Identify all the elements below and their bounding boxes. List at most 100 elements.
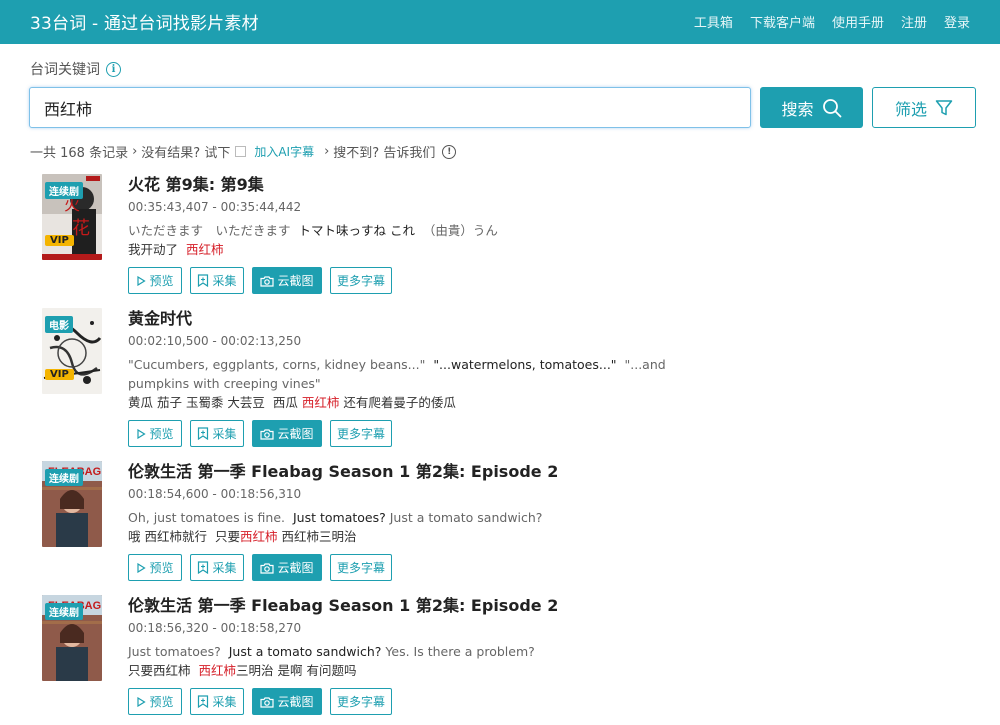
nav-download-client[interactable]: 下载客户端 [750,12,815,31]
preview-button[interactable]: 预览 [128,420,182,447]
poster-thumbnail[interactable]: 电影 VIP [42,308,102,394]
translated-text: 西瓜 [272,395,298,410]
translated-text: 只要西红柿 [128,663,191,678]
keyword-label: 台词关键词 i [30,59,121,79]
translated-text: 我开动了 [128,242,179,257]
result-actions: 预览 采集 云截图 更多字幕 [128,267,728,294]
timecode: 00:35:43,407 - 00:35:44,442 [128,200,302,214]
more-subtitles-button[interactable]: 更多字幕 [330,688,392,715]
camera-icon [260,275,275,287]
ai-subtitle-link[interactable]: 加入AI字幕 [254,143,314,160]
original-text: （由貴）うん [422,223,498,238]
preview-label: 预览 [149,561,174,575]
original-text-match: "...watermelons, tomatoes..." [433,357,617,372]
collect-button[interactable]: 采集 [190,420,244,447]
more-subtitles-label: 更多字幕 [336,274,385,288]
translated-line: 哦 西红柿就行 只要西红柿 西红柿三明治 [128,527,728,546]
original-text-match: Just tomatoes? [292,510,386,525]
bookmark-plus-icon [198,561,209,574]
info-icon[interactable]: i [106,61,121,77]
top-bar: 33台词 - 通过台词找影片素材 工具箱 下载客户端 使用手册 注册 登录 [0,0,1000,44]
translated-text: 只要 [214,529,240,544]
keyword-label-text: 台词关键词 [30,62,100,78]
cloud-screenshot-button[interactable]: 云截图 [252,420,322,447]
type-badge: 连续剧 [45,603,83,620]
nav-tools[interactable]: 工具箱 [694,12,733,31]
feedback-link[interactable]: 搜不到? 告诉我们 [333,142,435,161]
translated-text: 三明治 [235,663,274,678]
cloud-screenshot-label: 云截图 [277,274,314,288]
collect-button[interactable]: 采集 [190,267,244,294]
collect-button[interactable]: 采集 [190,554,244,581]
cloud-screenshot-label: 云截图 [277,695,314,709]
keyword-highlight: 西红柿 [185,242,224,257]
keyword-highlight: 西红柿 [301,395,340,410]
stats-separator: › [132,144,138,159]
preview-button[interactable]: 预览 [128,554,182,581]
original-text: "Cucumbers, eggplants, corns, kidney bea… [128,357,426,372]
original-text-match: Just a tomato sandwich? [228,644,382,659]
play-icon [137,562,147,573]
result-title[interactable]: 火花 第9集: 第9集 [128,174,728,196]
poster-thumbnail[interactable]: FLEABAG 连续剧 [42,461,102,547]
preview-label: 预览 [149,274,174,288]
cloud-screenshot-label: 云截图 [277,561,314,575]
camera-icon [260,562,275,574]
search-button[interactable]: 搜索 [760,87,863,128]
result-actions: 预览 采集 云截图 更多字幕 [128,688,728,715]
top-nav: 工具箱 下载客户端 使用手册 注册 登录 [694,12,970,31]
original-text: Just a tomato sandwich? [389,510,543,525]
translated-line: 黄瓜 茄子 玉蜀黍 大芸豆 西瓜 西红柿 还有爬着曼子的倭瓜 [128,393,728,412]
more-subtitles-button[interactable]: 更多字幕 [330,554,392,581]
result-title[interactable]: 伦敦生活 第一季 Fleabag Season 1 第2集: Episode 2 [128,461,728,483]
more-subtitles-label: 更多字幕 [336,561,385,575]
ai-subtitle-checkbox[interactable] [235,146,247,157]
translated-text: 还有爬着曼子的倭瓜 [343,395,456,410]
translated-text: 西红柿三明治 [281,529,357,544]
filter-button-label: 筛选 [894,99,927,119]
result-stats: 一共 168 条记录 › 没有结果? 试下 加入AI字幕 › 搜不到? 告诉我们… [30,142,457,161]
timecode: 00:18:54,600 - 00:18:56,310 [128,487,302,501]
original-line: Oh, just tomatoes is fine. Just tomatoes… [128,508,728,527]
more-subtitles-button[interactable]: 更多字幕 [330,420,392,447]
type-badge: 连续剧 [45,182,83,199]
bookmark-plus-icon [198,274,209,287]
original-text: Yes. Is there a problem? [385,644,535,659]
cloud-screenshot-button[interactable]: 云截图 [252,554,322,581]
preview-button[interactable]: 预览 [128,267,182,294]
preview-label: 预览 [149,427,174,441]
translated-text: 黄瓜 茄子 玉蜀黍 大芸豆 [128,395,265,410]
original-line: いただきます いただきます トマト味っすね これ （由貴）うん [128,221,728,240]
info-icon[interactable]: ! [442,144,457,159]
search-button-label: 搜索 [781,99,814,119]
poster-thumbnail[interactable]: 花 火 连续剧 VIP [42,174,102,260]
timecode: 00:18:56,320 - 00:18:58,270 [128,621,302,635]
collect-button[interactable]: 采集 [190,688,244,715]
timecode: 00:02:10,500 - 00:02:13,250 [128,334,302,348]
cloud-screenshot-button[interactable]: 云截图 [252,688,322,715]
stats-separator: › [324,144,330,159]
vip-badge: VIP [45,369,74,380]
no-result-hint: 没有结果? 试下 [141,146,231,161]
cloud-screenshot-button[interactable]: 云截图 [252,267,322,294]
nav-manual[interactable]: 使用手册 [832,12,884,31]
original-text-match: トマト味っすね これ [298,223,415,238]
poster-thumbnail[interactable]: FLEABAG 连续剧 [42,595,102,681]
play-icon [137,275,147,286]
nav-register[interactable]: 注册 [901,12,927,31]
original-text: いただきます いただきます [128,223,291,238]
collect-label: 采集 [212,427,237,441]
preview-button[interactable]: 预览 [128,688,182,715]
translated-text: 哦 西红柿就行 [128,529,207,544]
more-subtitles-button[interactable]: 更多字幕 [330,267,392,294]
translated-line: 我开动了 西红柿 [128,240,728,259]
translated-text: 是啊 有问题吗 [277,663,357,678]
collect-label: 采集 [212,561,237,575]
search-input[interactable] [29,87,751,128]
camera-icon [260,696,275,708]
result-title[interactable]: 黄金时代 [128,308,728,330]
nav-login[interactable]: 登录 [944,12,970,31]
result-title[interactable]: 伦敦生活 第一季 Fleabag Season 1 第2集: Episode 2 [128,595,728,617]
site-brand[interactable]: 33台词 - 通过台词找影片素材 [30,9,259,34]
filter-button[interactable]: 筛选 [872,87,976,128]
